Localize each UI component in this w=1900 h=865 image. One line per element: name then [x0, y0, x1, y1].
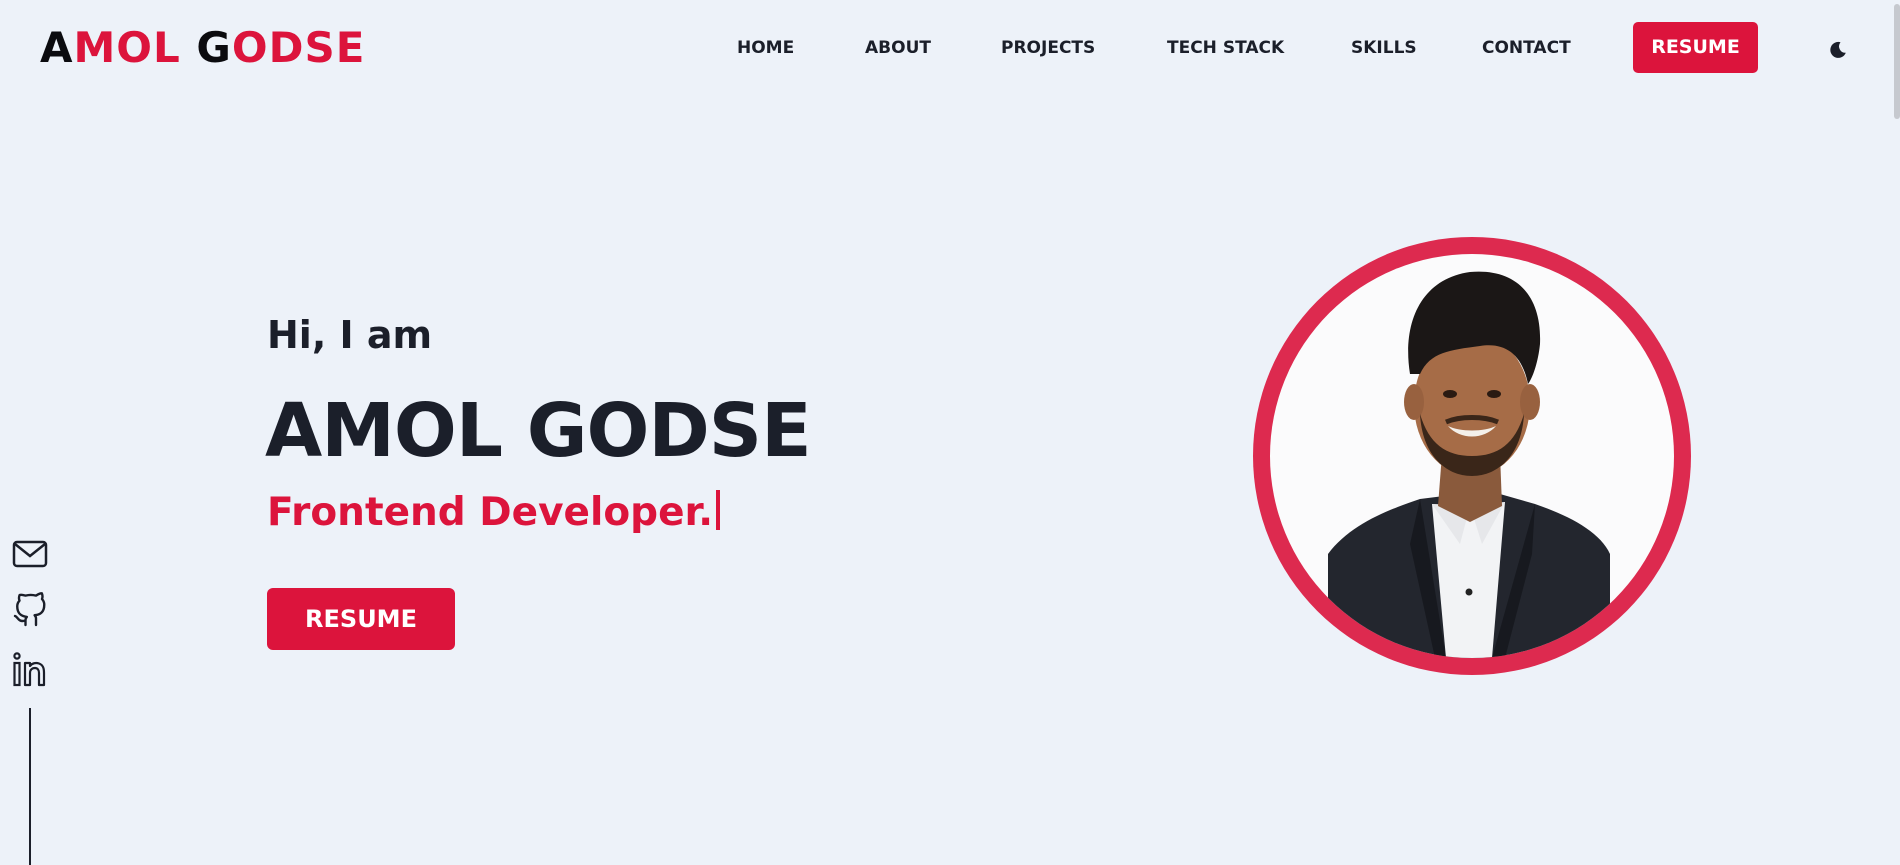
nav-link-tech-stack[interactable]: TECH STACK [1167, 33, 1284, 63]
profile-photo-frame [1253, 237, 1691, 675]
social-divider-line [29, 708, 31, 865]
site-logo[interactable]: AMOL GODSE [40, 22, 365, 74]
hero-name: AMOL GODSE [265, 388, 812, 474]
portfolio-page: AMOL GODSE HOME ABOUT PROJECTS TECH STAC… [0, 0, 1900, 865]
nav-link-about[interactable]: ABOUT [865, 33, 931, 63]
hero-resume-button[interactable]: RESUME [267, 588, 455, 650]
logo-text-odse: ODSE [231, 23, 366, 72]
nav-link-contact[interactable]: CONTACT [1482, 33, 1571, 63]
theme-toggle-button[interactable] [1824, 36, 1852, 64]
page-scrollbar[interactable] [1893, 0, 1900, 865]
github-icon [13, 592, 46, 627]
logo-text-mol: MOL [73, 23, 197, 72]
social-link-email[interactable] [12, 536, 48, 572]
typing-cursor [716, 490, 721, 530]
social-link-linkedin[interactable] [12, 652, 48, 688]
site-header: AMOL GODSE HOME ABOUT PROJECTS TECH STAC… [0, 0, 1900, 97]
linkedin-icon [13, 652, 46, 687]
hero-greeting: Hi, I am [267, 313, 433, 357]
social-link-github[interactable] [12, 592, 48, 628]
nav-link-projects[interactable]: PROJECTS [1001, 33, 1095, 63]
nav-link-home[interactable]: HOME [737, 33, 794, 63]
moon-icon [1830, 41, 1846, 58]
hero-role: Frontend Developer. [267, 490, 721, 535]
hero-role-text: Frontend Developer. [267, 490, 714, 535]
logo-initial-g: G [196, 23, 232, 72]
header-resume-button[interactable]: RESUME [1633, 22, 1758, 73]
person-portrait-image [1328, 271, 1610, 658]
profile-photo [1270, 254, 1674, 658]
nav-link-skills[interactable]: SKILLS [1351, 33, 1417, 63]
scrollbar-thumb[interactable] [1894, 4, 1900, 119]
logo-initial-a: A [40, 23, 74, 72]
mail-icon [12, 540, 48, 568]
